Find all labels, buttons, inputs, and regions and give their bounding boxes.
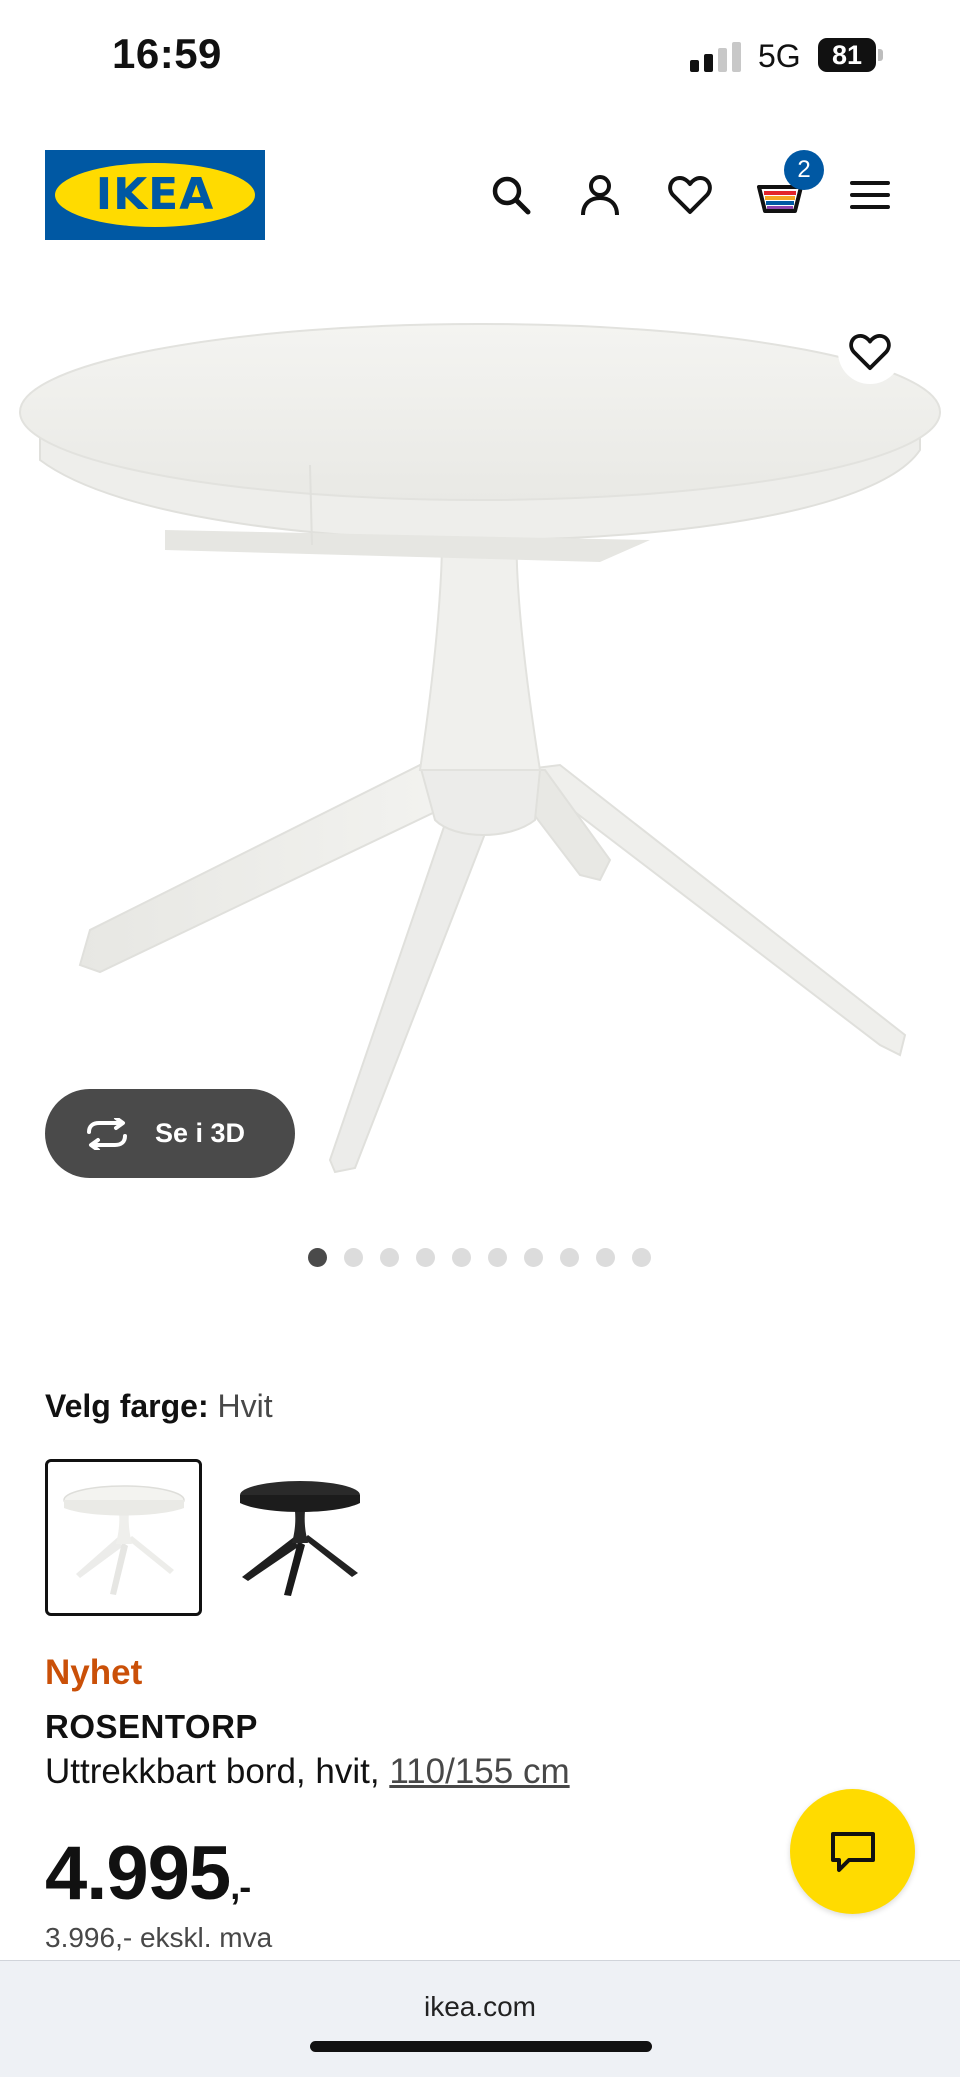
url-text[interactable]: ikea.com xyxy=(0,1991,960,2023)
color-swatch-white[interactable] xyxy=(45,1459,202,1616)
price-value: 4.995 xyxy=(45,1831,231,1916)
cart-count-badge: 2 xyxy=(784,150,824,190)
product-name: ROSENTORP xyxy=(45,1708,258,1745)
favorites-heart-icon[interactable] xyxy=(660,165,720,225)
carousel-dot[interactable] xyxy=(380,1248,399,1267)
battery-level: 81 xyxy=(818,38,876,72)
carousel-dot[interactable] xyxy=(596,1248,615,1267)
see-in-3d-button[interactable]: Se i 3D xyxy=(45,1089,295,1178)
carousel-dot[interactable] xyxy=(308,1248,327,1267)
ikea-logo[interactable]: IKEA xyxy=(45,150,265,240)
new-badge: Nyhet xyxy=(45,1653,143,1692)
color-selector-label: Velg farge: Hvit xyxy=(45,1388,273,1425)
carousel-dot[interactable] xyxy=(488,1248,507,1267)
see-in-3d-label: Se i 3D xyxy=(155,1118,246,1148)
carousel-dot[interactable] xyxy=(560,1248,579,1267)
product-description: Uttrekkbart bord, hvit, 110/155 cm xyxy=(45,1752,570,1792)
carousel-dot[interactable] xyxy=(632,1248,651,1267)
price-suffix: ,- xyxy=(230,1866,251,1907)
search-icon[interactable] xyxy=(481,165,541,225)
home-indicator[interactable] xyxy=(310,2041,652,2052)
status-bar: 16:59 5G 81 xyxy=(0,0,960,115)
rotate-3d-icon xyxy=(87,1117,127,1150)
account-icon[interactable] xyxy=(570,165,630,225)
chat-icon xyxy=(830,1831,875,1872)
carousel-dot[interactable] xyxy=(344,1248,363,1267)
color-label-title: Velg farge: xyxy=(45,1388,209,1424)
price-excl-vat: 3.996,- ekskl. mva xyxy=(45,1922,273,1953)
image-carousel-dots[interactable] xyxy=(308,1248,651,1267)
product-size-link[interactable]: 110/155 cm xyxy=(389,1752,569,1791)
logo-text: IKEA xyxy=(95,169,215,220)
chat-button[interactable] xyxy=(790,1789,915,1914)
carousel-dot[interactable] xyxy=(416,1248,435,1267)
status-time: 16:59 xyxy=(112,30,222,77)
network-type: 5G xyxy=(758,38,801,74)
color-swatch-black[interactable] xyxy=(222,1459,379,1616)
product-price: 4.995,- xyxy=(45,1830,251,1917)
menu-icon[interactable] xyxy=(840,165,900,225)
add-to-favorites-button[interactable] xyxy=(838,320,902,384)
browser-address-bar[interactable]: ikea.com xyxy=(0,1960,960,2077)
carousel-dot[interactable] xyxy=(524,1248,543,1267)
color-label-value: Hvit xyxy=(217,1388,273,1424)
product-description-text: Uttrekkbart bord, hvit, xyxy=(45,1752,380,1791)
signal-icon xyxy=(690,42,742,72)
heart-icon xyxy=(849,333,891,371)
carousel-dot[interactable] xyxy=(452,1248,471,1267)
battery-icon: 81 xyxy=(818,38,884,72)
